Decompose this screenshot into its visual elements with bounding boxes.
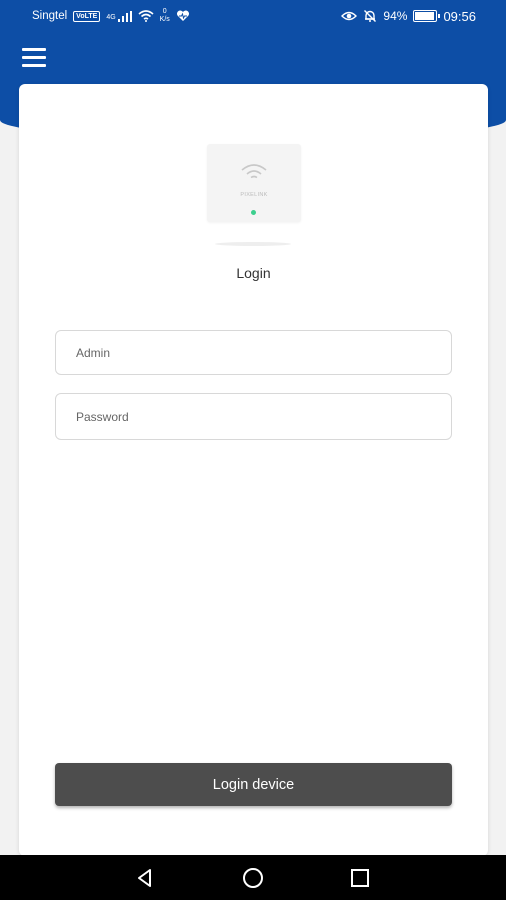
hamburger-menu-icon[interactable] xyxy=(22,48,46,68)
back-icon[interactable] xyxy=(134,867,156,889)
system-nav-bar xyxy=(0,855,506,900)
status-bar-right: 94% 09:56 xyxy=(341,9,476,24)
alarm-off-icon xyxy=(364,10,377,22)
network-speed: 0 K/s xyxy=(160,8,170,24)
device-image: PIXELINK xyxy=(207,144,301,222)
battery-percent: 94% xyxy=(383,9,408,23)
recent-apps-icon[interactable] xyxy=(349,867,371,889)
speed-value: 0 xyxy=(162,8,167,15)
signal-icon xyxy=(117,10,132,22)
heart-health-icon xyxy=(176,10,189,21)
page-title: Login xyxy=(236,265,271,281)
volte-badge: VoLTE xyxy=(73,10,101,22)
eye-comfort-icon xyxy=(341,11,358,21)
battery-icon xyxy=(413,10,441,22)
app-bar xyxy=(0,32,506,88)
status-bar: Singtel VoLTE 4G 0 K/s 94% 09:56 xyxy=(0,0,506,32)
device-shadow xyxy=(215,242,291,246)
clock: 09:56 xyxy=(443,8,476,24)
wifi-icon xyxy=(138,10,154,22)
home-icon[interactable] xyxy=(242,867,264,889)
login-card: PIXELINK Login Login device xyxy=(19,84,488,856)
carrier-name: Singtel xyxy=(32,10,68,22)
device-status-led xyxy=(251,210,256,215)
login-device-button[interactable]: Login device xyxy=(55,763,452,806)
status-bar-left: Singtel VoLTE 4G 0 K/s xyxy=(32,8,190,24)
wifi-icon xyxy=(241,164,267,179)
device-brand-label: PIXELINK xyxy=(240,192,268,198)
speed-unit: K/s xyxy=(159,16,170,23)
username-input[interactable] xyxy=(55,330,452,375)
network-type: 4G xyxy=(106,14,116,21)
password-input[interactable] xyxy=(55,393,452,440)
